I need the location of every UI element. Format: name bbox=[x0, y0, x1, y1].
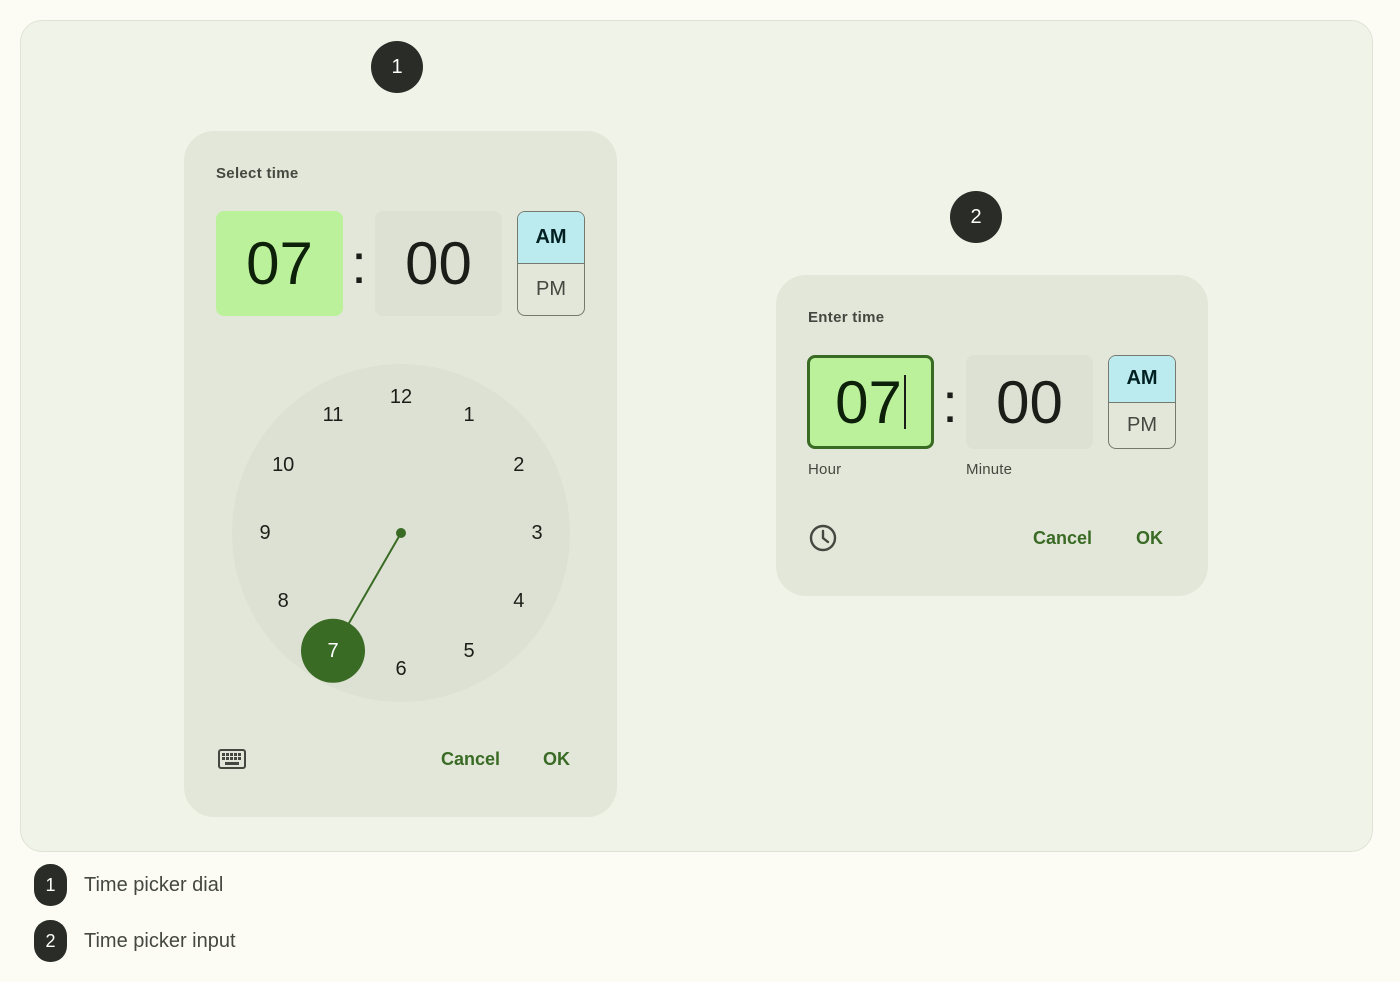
legend-item: 2 Time picker input bbox=[34, 920, 236, 962]
clock-number-3[interactable]: 3 bbox=[531, 522, 542, 544]
dial-cancel-button[interactable]: Cancel bbox=[441, 749, 500, 770]
legend-label: Time picker dial bbox=[84, 873, 224, 896]
clock-number-11[interactable]: 11 bbox=[323, 404, 344, 426]
clock-number-8[interactable]: 8 bbox=[278, 590, 289, 612]
hour-label: Hour bbox=[808, 461, 842, 478]
clock-number-5[interactable]: 5 bbox=[463, 640, 474, 662]
clock-number-7[interactable]: 7 bbox=[327, 640, 338, 662]
clock-number-6[interactable]: 6 bbox=[395, 658, 406, 680]
clock-number-2[interactable]: 2 bbox=[513, 454, 524, 476]
legend-marker: 1 bbox=[34, 864, 67, 906]
clock-number-1[interactable]: 1 bbox=[463, 404, 474, 426]
input-hour-value: 07 bbox=[835, 368, 902, 436]
legend-label: Time picker input bbox=[84, 929, 236, 952]
legend-item: 1 Time picker dial bbox=[34, 864, 223, 906]
dial-period-selector: AM PM bbox=[517, 211, 585, 316]
input-ok-button[interactable]: OK bbox=[1136, 528, 1163, 549]
input-minute-field[interactable]: 00 bbox=[966, 355, 1093, 449]
dial-time-separator: : bbox=[351, 232, 367, 295]
input-am-button[interactable]: AM bbox=[1109, 356, 1175, 402]
clock-number-10[interactable]: 10 bbox=[272, 454, 294, 476]
marker-1: 1 bbox=[371, 41, 423, 93]
dial-minute-field[interactable]: 00 bbox=[375, 211, 502, 316]
input-cancel-button[interactable]: Cancel bbox=[1033, 528, 1092, 549]
dial-am-button[interactable]: AM bbox=[518, 212, 584, 263]
clock-number-9[interactable]: 9 bbox=[259, 522, 270, 544]
text-cursor bbox=[903, 375, 906, 429]
dial-hour-field[interactable]: 07 bbox=[216, 211, 343, 316]
clock-dial-graphic: 121234567891011 bbox=[259, 386, 543, 683]
clock-dial[interactable]: 12 1 2 3 4 5 6 7 8 9 10 11 bbox=[232, 364, 570, 702]
dial-title: Select time bbox=[216, 165, 299, 182]
dial-ok-button[interactable]: OK bbox=[543, 749, 570, 770]
dial-pm-button[interactable]: PM bbox=[518, 264, 584, 315]
input-period-selector: AM PM bbox=[1108, 355, 1176, 449]
input-time-separator: : bbox=[942, 370, 958, 434]
minute-label: Minute bbox=[966, 461, 1013, 478]
legend-marker: 2 bbox=[34, 920, 67, 962]
clock-number-12[interactable]: 12 bbox=[390, 386, 412, 408]
clock-number-4[interactable]: 4 bbox=[513, 590, 524, 612]
clock-center-dot bbox=[396, 528, 406, 538]
input-hour-field[interactable]: 07 bbox=[807, 355, 934, 449]
marker-2: 2 bbox=[950, 191, 1002, 243]
input-title: Enter time bbox=[808, 309, 885, 326]
input-pm-button[interactable]: PM bbox=[1109, 403, 1175, 449]
clock-icon[interactable] bbox=[809, 524, 837, 552]
keyboard-icon[interactable] bbox=[218, 749, 246, 769]
